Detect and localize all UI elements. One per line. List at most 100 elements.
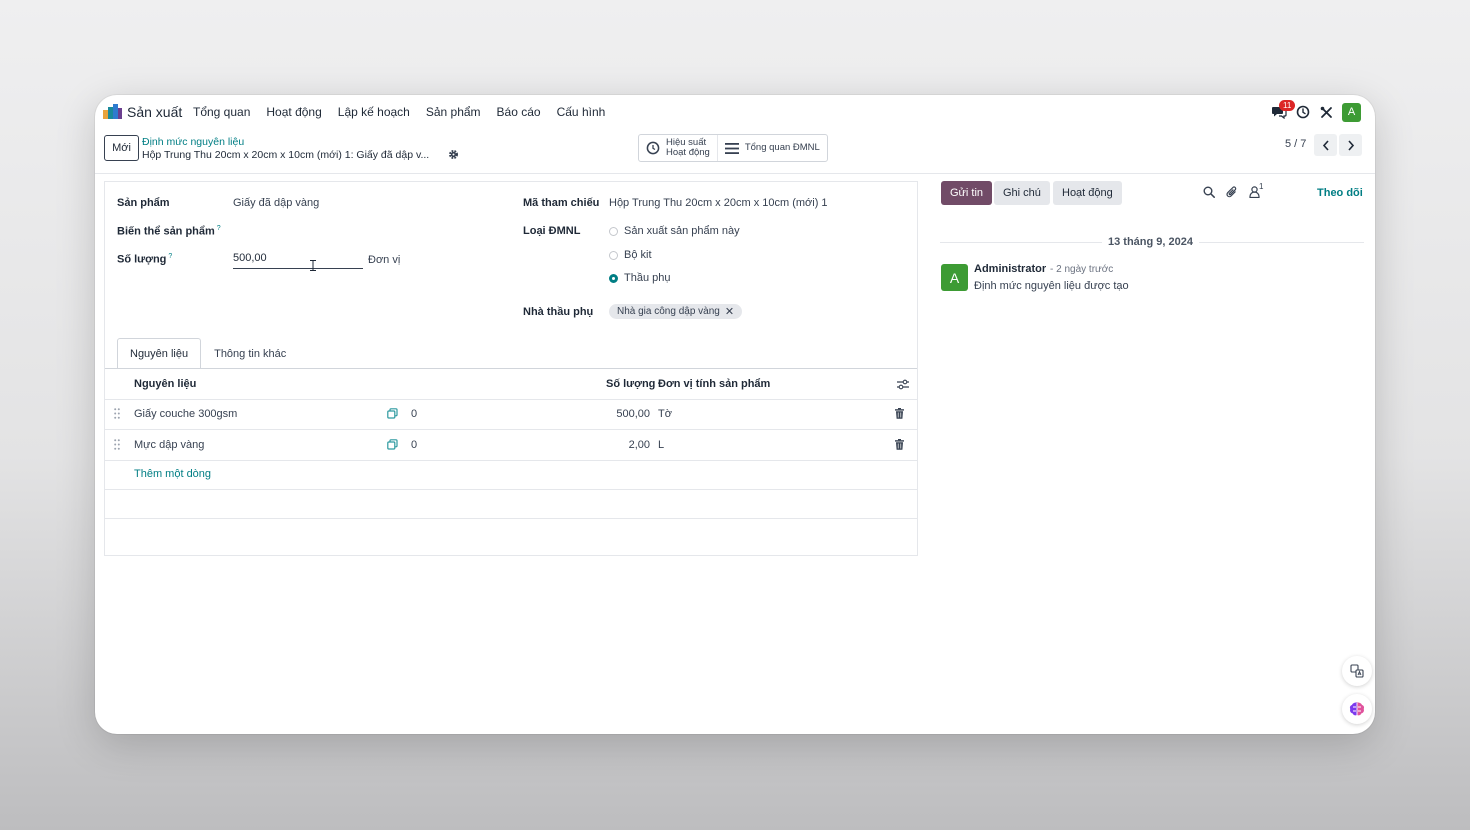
bom-form-sheet: Sản phẩm Giấy đã dập vàng Biến thể sản p… [104, 181, 918, 556]
trash-icon[interactable] [895, 408, 904, 419]
component-extra: 0 [411, 408, 418, 420]
subcontractor-tag[interactable]: Nhà gia công dập vàng ✕ [609, 304, 743, 319]
app-window: Sản xuất Tổng quan Hoạt động Lập kế hoạc… [95, 95, 1375, 734]
bom-type-label: Loại ĐMNL [523, 225, 581, 237]
breadcrumb-parent[interactable]: Định mức nguyên liệu [142, 136, 244, 148]
uom-field[interactable]: Đơn vị [368, 254, 400, 266]
variant-label: Biến thể sản phẩm? [117, 225, 221, 238]
search-icon [1203, 186, 1215, 198]
ai-assistant-button[interactable] [1342, 694, 1372, 724]
new-button[interactable]: Mới [104, 135, 139, 161]
paperclip-icon [1225, 186, 1236, 198]
component-uom[interactable]: Tờ [658, 408, 672, 420]
quantity-input[interactable]: 500,00 [233, 252, 363, 269]
component-name[interactable]: Mực dập vàng [134, 439, 204, 451]
send-message-button[interactable]: Gửi tin [941, 181, 993, 205]
breadcrumb-current: Hộp Trung Thu 20cm x 20cm x 10cm (mới) 1… [142, 149, 430, 161]
header-quantity[interactable]: Số lượng [606, 378, 655, 390]
trash-icon[interactable] [895, 439, 904, 450]
bom-type-subcontracting-radio[interactable]: Thầu phụ [609, 272, 670, 284]
product-label: Sản phẩm [117, 197, 170, 209]
radio-label: Sản xuất sản phẩm này [624, 225, 740, 237]
menu-overview[interactable]: Tổng quan [193, 105, 250, 119]
search-messages-button[interactable] [1197, 186, 1220, 199]
components-table-header: Nguyên liệu Số lượng Đơn vị tính sản phẩ… [105, 369, 917, 400]
header-component[interactable]: Nguyên liệu [134, 378, 196, 390]
subcontractor-tag-label: Nhà gia công dập vàng [617, 306, 720, 317]
brain-icon [1349, 702, 1365, 716]
drag-handle-icon[interactable] [114, 439, 120, 450]
chevron-right-icon [1347, 139, 1354, 151]
clock-icon [646, 141, 660, 155]
quantity-label: Số lượng? [117, 253, 172, 266]
message-author-avatar[interactable]: A [941, 264, 968, 291]
tab-miscellaneous[interactable]: Thông tin khác [201, 338, 299, 368]
radio-circle [609, 250, 618, 260]
quantity-help-icon[interactable]: ? [168, 253, 172, 260]
tab-components[interactable]: Nguyên liệu [117, 338, 202, 369]
component-quantity[interactable]: 2,00 [590, 439, 650, 451]
pager-next-button[interactable] [1339, 134, 1362, 156]
message-author[interactable]: Administrator [974, 263, 1046, 275]
drag-handle-icon[interactable] [114, 408, 120, 419]
component-name[interactable]: Giấy couche 300gsm [134, 408, 237, 420]
menu-planning[interactable]: Lập kế hoạch [338, 105, 410, 119]
forecast-icon[interactable] [387, 439, 398, 450]
log-note-button[interactable]: Ghi chú [994, 181, 1050, 205]
forecast-icon[interactable] [387, 408, 398, 419]
operations-performance-button[interactable]: Hiệu suất Hoạt động [639, 135, 717, 161]
variant-help-icon[interactable]: ? [217, 225, 221, 232]
bom-type-manufacture-radio[interactable]: Sản xuất sản phẩm này [609, 225, 740, 237]
table-footer-divider [105, 518, 917, 519]
table-row[interactable]: Mực dập vàng 0 2,00 L [105, 430, 917, 461]
debug-tools-button[interactable] [1315, 101, 1338, 123]
chevron-left-icon [1322, 139, 1329, 151]
follow-button[interactable]: Theo dõi [1317, 187, 1363, 199]
activities-button[interactable]: Hoạt động [1053, 181, 1122, 205]
translate-icon [1350, 664, 1364, 678]
bom-type-kit-radio[interactable]: Bộ kit [609, 249, 652, 261]
attachments-button[interactable] [1220, 186, 1243, 199]
message-time: - 2 ngày trước [1050, 264, 1114, 275]
pager-previous-button[interactable] [1314, 134, 1337, 156]
text-cursor-icon [310, 260, 316, 271]
tag-remove-icon[interactable]: ✕ [725, 305, 734, 318]
add-line-link[interactable]: Thêm một dòng [134, 468, 211, 480]
component-uom[interactable]: L [658, 439, 664, 451]
top-navbar: Sản xuất Tổng quan Hoạt động Lập kế hoạc… [95, 95, 1375, 128]
menu-configuration[interactable]: Cấu hình [557, 105, 606, 119]
smart-button-line2: Hoạt động [666, 147, 710, 158]
radio-circle-checked [609, 273, 618, 283]
followers-count: 1 [1259, 182, 1264, 191]
header-uom[interactable]: Đơn vị tính sản phẩm [658, 378, 770, 390]
control-panel: Mới Định mức nguyên liệu Hộp Trung Thu 2… [95, 128, 1375, 174]
user-avatar[interactable]: A [1342, 102, 1361, 122]
activities-button[interactable] [1291, 101, 1314, 123]
table-row[interactable]: Giấy couche 300gsm 0 500,00 Tờ [105, 399, 917, 430]
message-body: Định mức nguyên liệu được tạo [974, 280, 1129, 292]
component-extra: 0 [411, 439, 418, 451]
reference-field[interactable]: Hộp Trung Thu 20cm x 20cm x 10cm (mới) 1 [609, 197, 828, 209]
component-quantity[interactable]: 500,00 [590, 408, 650, 420]
translate-button[interactable] [1342, 656, 1372, 686]
manufacturing-app-icon[interactable] [103, 104, 122, 119]
menu-operations[interactable]: Hoạt động [266, 105, 321, 119]
radio-circle [609, 226, 618, 236]
smart-buttons: Hiệu suất Hoạt động Tổng quan ĐMNL [638, 134, 828, 162]
menu-reporting[interactable]: Báo cáo [497, 105, 541, 119]
menu-products[interactable]: Sản phẩm [426, 105, 481, 119]
radio-label: Thầu phụ [624, 272, 671, 284]
app-name[interactable]: Sản xuất [127, 104, 182, 120]
quantity-label-text: Số lượng [117, 253, 167, 266]
product-field[interactable]: Giấy đã dập vàng [233, 197, 319, 209]
radio-label: Bộ kit [624, 249, 652, 261]
notebook-tabs: Nguyên liệu Thông tin khác [117, 338, 299, 369]
reference-label: Mã tham chiếu [523, 197, 600, 209]
gear-icon[interactable] [448, 149, 459, 160]
bom-overview-button[interactable]: Tổng quan ĐMNL [716, 135, 827, 161]
pager-value[interactable]: 5 / 7 [1285, 138, 1306, 150]
optional-columns-icon[interactable] [897, 379, 909, 390]
messages-button[interactable]: 11 [1267, 100, 1296, 123]
list-icon [724, 142, 739, 154]
followers-button[interactable]: 1 [1243, 182, 1266, 199]
